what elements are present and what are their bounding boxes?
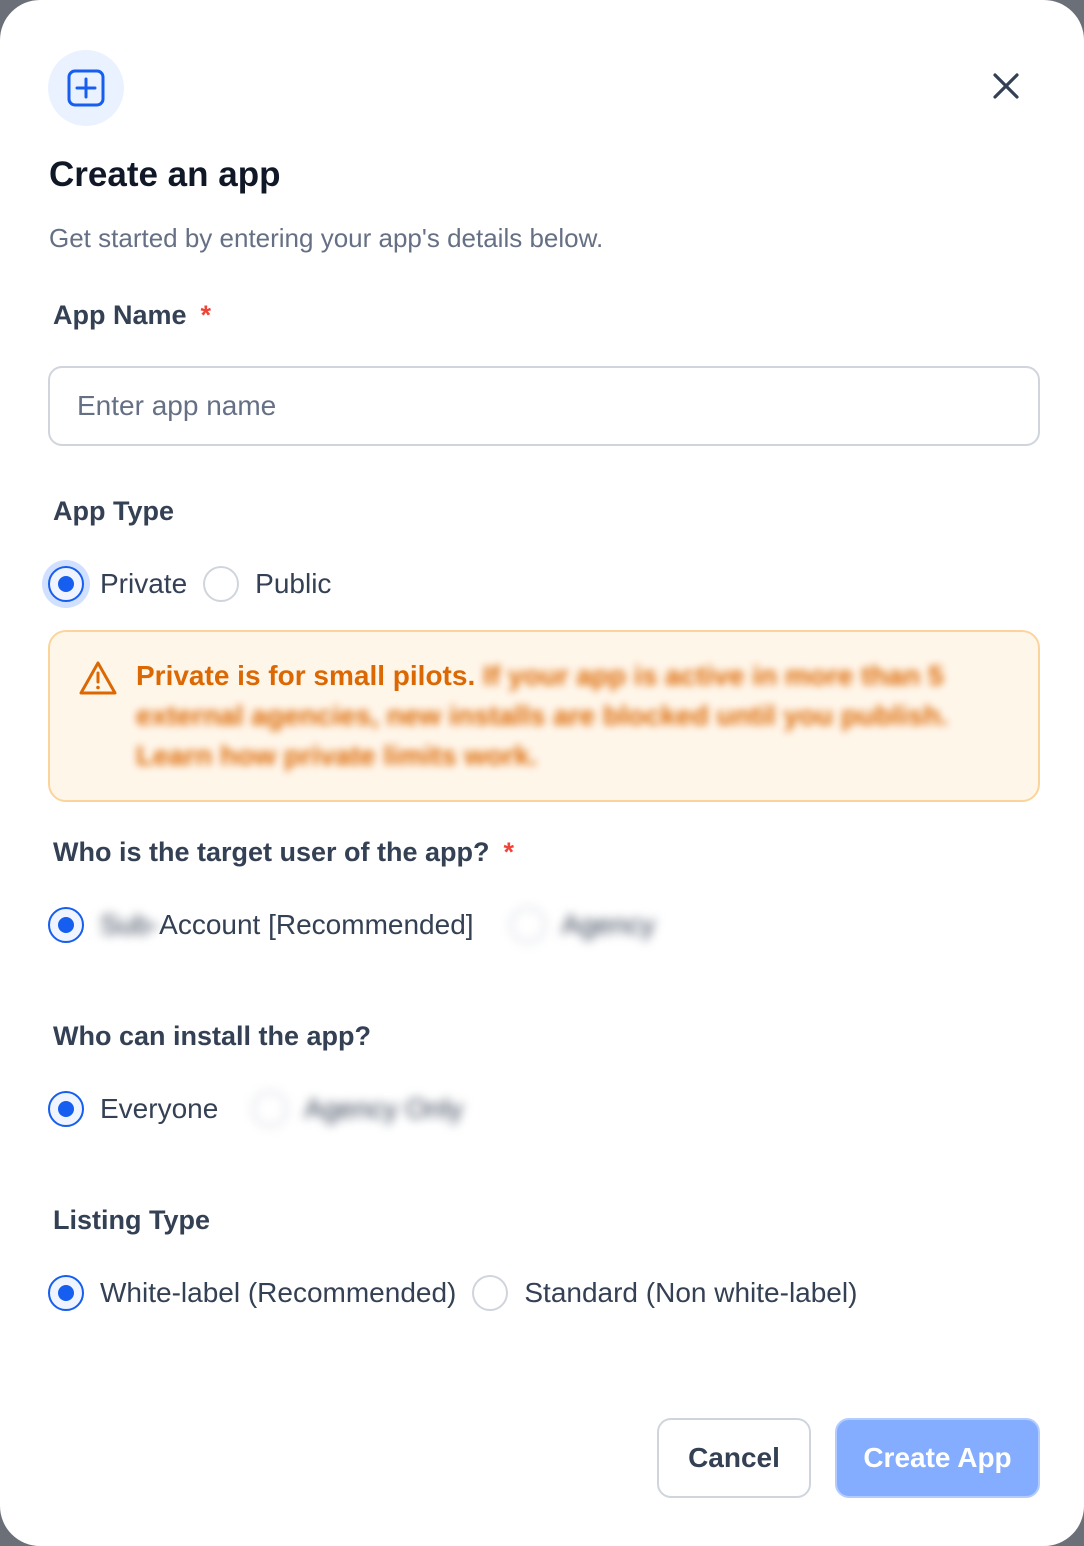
warning-triangle-icon [79, 661, 117, 695]
installers-option-agency-only[interactable]: Agency Only [252, 1091, 463, 1127]
app-name-label: App Name * [53, 298, 211, 332]
close-button[interactable] [984, 64, 1028, 108]
installers-label: Who can install the app? [53, 1021, 372, 1051]
installers-option-label: Everyone [100, 1093, 219, 1124]
dialog-title: Create an app [49, 155, 281, 194]
listing-type-radio-group: White-label (Recommended) Standard (Non … [48, 1273, 857, 1313]
radio-white-label[interactable] [48, 1275, 84, 1311]
app-type-option-public[interactable]: Public [203, 566, 331, 602]
installers-radio-group: Everyone Agency Only [48, 1089, 463, 1129]
radio-subaccount[interactable] [48, 907, 84, 943]
radio-public[interactable] [203, 566, 240, 602]
app-type-label: App Type [53, 496, 174, 526]
app-type-radio-group: Private Public [48, 564, 331, 604]
radio-agency-only[interactable] [252, 1091, 289, 1127]
listing-type-option-standard[interactable]: Standard (Non white-label) [472, 1275, 857, 1311]
target-user-option-subaccount[interactable]: Sub-Account [Recommended] [48, 907, 474, 943]
create-app-button[interactable]: Create App [835, 1418, 1040, 1498]
close-icon [993, 73, 1019, 99]
cancel-button[interactable]: Cancel [657, 1418, 811, 1498]
installers-option-label: Agency Only [304, 1093, 464, 1124]
blurred-prefix: Sub- [100, 909, 160, 940]
installers-option-everyone[interactable]: Everyone [48, 1091, 218, 1127]
listing-type-option-label: White-label (Recommended) [100, 1277, 457, 1308]
radio-standard[interactable] [472, 1275, 509, 1311]
app-type-option-label: Private [100, 568, 188, 599]
required-mark: * [503, 837, 515, 867]
app-name-label-text: App Name [53, 300, 187, 330]
target-user-option-label-text: Account [Recommended] [159, 909, 474, 940]
radio-agency[interactable] [509, 907, 546, 943]
alert-heading: Private is for small pilots. [136, 660, 476, 691]
alert-learn-link[interactable]: Learn how private limits work. [136, 740, 537, 771]
create-app-dialog: Create an app Get started by entering yo… [0, 0, 1084, 1546]
plus-square-icon [48, 50, 124, 126]
listing-type-option-white-label[interactable]: White-label (Recommended) [48, 1275, 456, 1311]
target-user-radio-group: Sub-Account [Recommended] Agency [48, 905, 655, 945]
app-name-input[interactable] [48, 366, 1040, 446]
target-user-option-label: Agency [561, 909, 655, 940]
listing-type-option-label: Standard (Non white-label) [524, 1277, 858, 1308]
alert-message: Private is for small pilots. If your app… [136, 656, 966, 776]
radio-everyone[interactable] [48, 1091, 84, 1127]
radio-private[interactable] [48, 566, 84, 602]
target-user-option-label: Sub-Account [Recommended] [100, 908, 474, 942]
target-user-label-text: Who is the target user of the app? [53, 837, 490, 867]
app-type-option-label: Public [255, 568, 332, 599]
app-type-option-private[interactable]: Private [48, 566, 187, 602]
required-mark: * [200, 300, 212, 330]
target-user-option-agency[interactable]: Agency [509, 907, 655, 943]
listing-type-label: Listing Type [53, 1205, 211, 1235]
target-user-label: Who is the target user of the app? * [53, 835, 514, 869]
dialog-subtitle: Get started by entering your app's detai… [49, 223, 604, 253]
private-warning-alert: Private is for small pilots. If your app… [48, 630, 1040, 802]
